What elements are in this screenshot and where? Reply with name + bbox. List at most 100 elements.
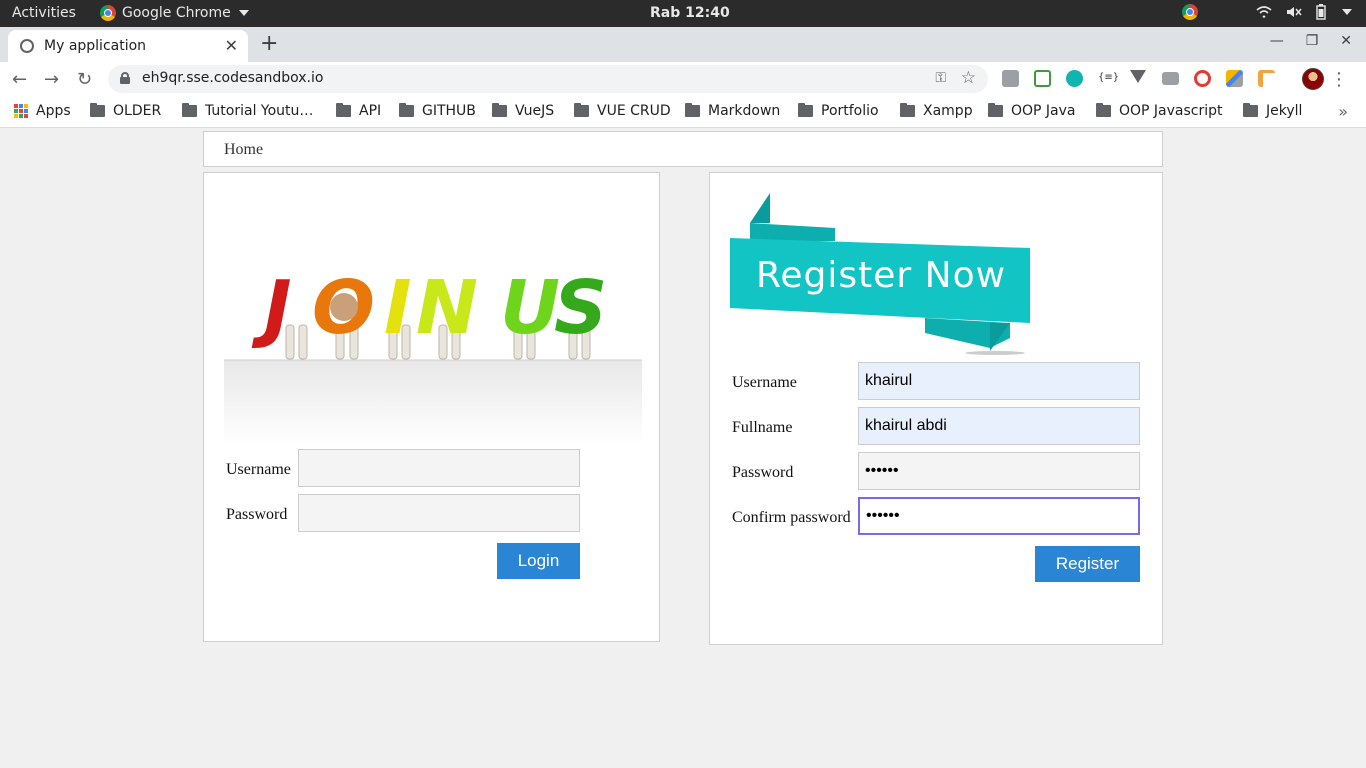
more-bookmarks-button[interactable]: »: [1338, 102, 1348, 121]
app-menu[interactable]: Google Chrome: [100, 5, 249, 21]
folder-icon: [182, 103, 197, 117]
forward-icon[interactable]: →: [44, 69, 59, 90]
register-confirm-password-input[interactable]: [858, 497, 1140, 535]
login-password-label: Password: [226, 506, 288, 523]
bookmark-folder-oop-javascript[interactable]: OOP Javascript: [1096, 103, 1223, 119]
join-letter-i: I: [384, 265, 412, 351]
close-window-icon[interactable]: ✕: [1340, 33, 1352, 49]
address-bar[interactable]: eh9qr.sse.codesandbox.io ⚿ ☆: [108, 65, 988, 93]
activities-button[interactable]: Activities: [12, 5, 76, 21]
join-letter-j: J: [264, 265, 292, 351]
window-controls: — ❐ ✕: [1270, 33, 1352, 49]
lastpass-icon[interactable]: [1194, 70, 1211, 87]
chevron-down-icon: [238, 10, 249, 16]
login-username-label: Username: [226, 461, 291, 478]
bookmark-label: Portfolio: [821, 103, 879, 119]
lock-icon[interactable]: [120, 72, 130, 84]
join-letter-s: S: [554, 265, 607, 351]
system-top-bar: Activities Google Chrome Rab 12:40: [0, 0, 1366, 27]
login-username-input[interactable]: [298, 449, 580, 487]
tool-extension-icon[interactable]: [1258, 70, 1275, 87]
key-icon[interactable]: ⚿: [935, 70, 946, 86]
login-button[interactable]: Login: [497, 543, 580, 579]
bookmark-label: Tutorial Youtu…: [205, 103, 314, 119]
register-fullname-label: Fullname: [732, 419, 793, 436]
back-icon[interactable]: ←: [12, 69, 27, 90]
folder-icon: [492, 103, 507, 117]
bookmark-folder-api[interactable]: API: [336, 103, 381, 119]
folder-icon: [798, 103, 813, 117]
color-picker-icon[interactable]: [1226, 70, 1243, 87]
globe-icon: [20, 39, 34, 53]
tab-title: My application: [44, 38, 147, 54]
nodejs-extension-icon[interactable]: [1034, 70, 1051, 87]
wifi-icon: [1256, 6, 1272, 19]
join-us-image: J O I N U S: [224, 195, 642, 445]
register-button[interactable]: Register: [1035, 546, 1140, 582]
menu-icon[interactable]: ⋮: [1330, 69, 1348, 90]
register-password-label: Password: [732, 464, 794, 481]
top-navbar: Home: [203, 131, 1163, 167]
bookmark-folder-older[interactable]: OLDER: [90, 103, 161, 119]
tab-strip: My application ✕ + — ❐ ✕: [0, 27, 1366, 62]
register-password-input[interactable]: [858, 452, 1140, 490]
restore-icon[interactable]: ❐: [1306, 33, 1319, 49]
bookmark-label: OOP Javascript: [1119, 103, 1223, 119]
join-letter-u: U: [500, 265, 560, 351]
bookmark-star-icon[interactable]: ☆: [961, 68, 976, 88]
profile-avatar[interactable]: [1302, 68, 1324, 90]
bookmark-label: VUE CRUD: [597, 103, 671, 119]
apps-grid-icon: [14, 104, 28, 118]
register-fullname-input[interactable]: [858, 407, 1140, 445]
bookmark-folder-markdown[interactable]: Markdown: [685, 103, 780, 119]
extension-icon[interactable]: [1002, 70, 1019, 87]
tab-my-application[interactable]: My application ✕: [8, 30, 248, 62]
login-password-input[interactable]: [298, 494, 580, 532]
bookmark-label: VueJS: [515, 103, 555, 119]
bookmark-folder-tutorial[interactable]: Tutorial Youtu…: [182, 103, 313, 119]
folder-icon: [336, 103, 351, 117]
battery-icon: [1316, 4, 1326, 20]
chrome-icon: [100, 5, 116, 21]
system-tray[interactable]: [1182, 4, 1352, 20]
clock[interactable]: Rab 12:40: [650, 5, 730, 21]
bookmark-label: API: [359, 103, 382, 119]
bookmark-folder-github[interactable]: GITHUB: [399, 103, 476, 119]
reload-icon[interactable]: ↻: [77, 69, 92, 90]
url-text[interactable]: eh9qr.sse.codesandbox.io: [142, 70, 323, 86]
folder-icon: [399, 103, 414, 117]
new-tab-button[interactable]: +: [260, 31, 278, 56]
bookmark-label: GITHUB: [422, 103, 476, 119]
register-username-input[interactable]: [858, 362, 1140, 400]
register-username-label: Username: [732, 374, 797, 391]
bookmark-folder-oop-java[interactable]: OOP Java: [988, 103, 1076, 119]
bookmark-folder-jekyll[interactable]: Jekyll: [1243, 103, 1302, 119]
bookmark-label: Markdown: [708, 103, 781, 119]
bookmark-label: Jekyll: [1266, 103, 1303, 119]
bookmarks-bar: Apps OLDER Tutorial Youtu… API GITHUB Vu…: [0, 96, 1366, 128]
register-panel: Register Now Username Fullname Password …: [709, 172, 1163, 645]
folder-icon: [685, 103, 700, 117]
bookmark-folder-vue-crud[interactable]: VUE CRUD: [574, 103, 671, 119]
nav-home-link[interactable]: Home: [224, 141, 263, 159]
folder-icon: [988, 103, 1003, 117]
folder-icon: [90, 103, 105, 117]
chrome-indicator-icon[interactable]: [1182, 4, 1198, 20]
register-now-banner: Register Now: [730, 193, 1030, 358]
bookmark-folder-xampp[interactable]: Xampp: [900, 103, 973, 119]
minimize-icon[interactable]: —: [1270, 33, 1284, 49]
figure-head-icon: [330, 293, 358, 321]
bookmark-folder-portfolio[interactable]: Portfolio: [798, 103, 879, 119]
page-viewport: Home J I N U S Username Password Login R…: [0, 128, 1366, 768]
bookmark-apps[interactable]: Apps: [14, 103, 71, 119]
bookmark-folder-vuejs[interactable]: VueJS: [492, 103, 554, 119]
bookmark-label: OOP Java: [1011, 103, 1076, 119]
m-extension-icon[interactable]: [1066, 70, 1083, 87]
camera-icon[interactable]: [1162, 72, 1179, 85]
close-tab-icon[interactable]: ✕: [225, 36, 238, 55]
volume-muted-icon: [1287, 7, 1302, 17]
folder-icon: [1096, 103, 1111, 117]
vue-devtools-icon[interactable]: [1130, 70, 1146, 83]
json-extension-icon[interactable]: {≡}: [1098, 72, 1119, 89]
folder-icon: [900, 103, 915, 117]
